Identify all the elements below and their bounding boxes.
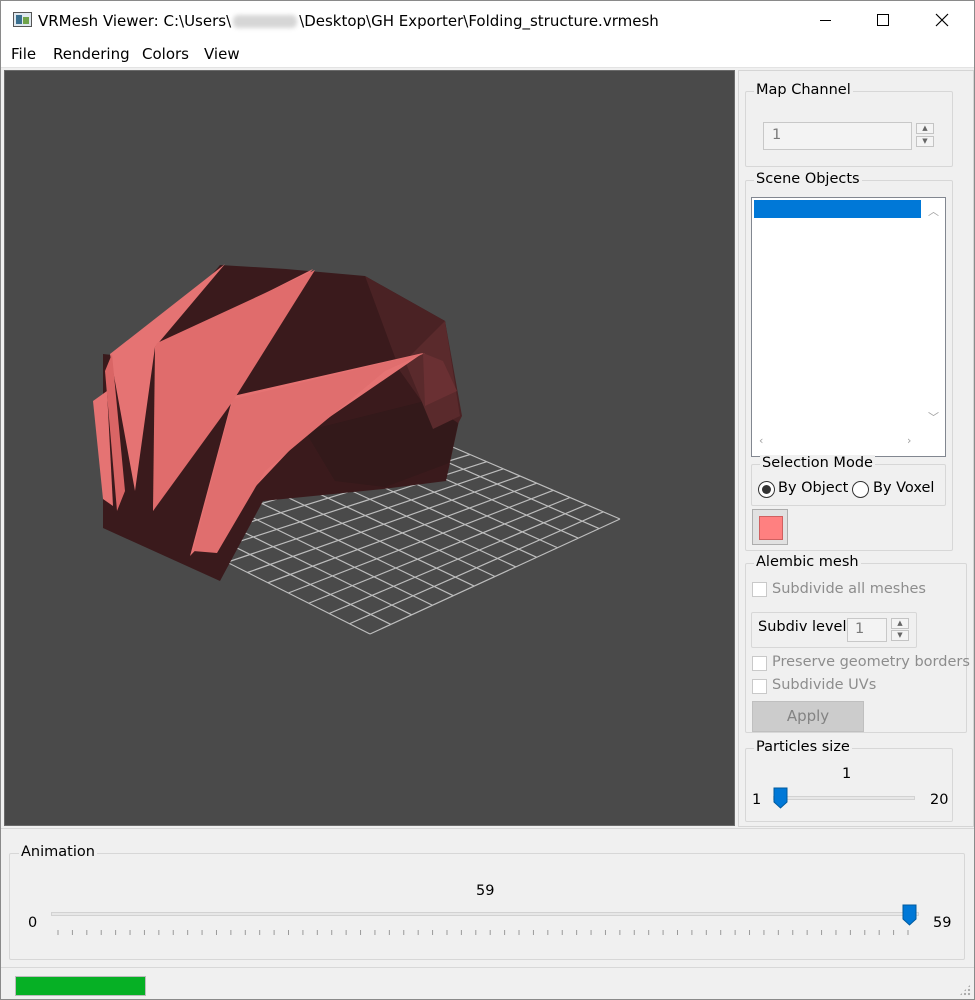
scene-objects-group: Scene Objects ︿ ﹀ ‹ › Selection Mode By … bbox=[745, 171, 953, 551]
list-item-selected[interactable] bbox=[754, 200, 921, 218]
menu-colors[interactable]: Colors bbox=[142, 45, 189, 63]
animation-group: Animation 59 0 59 bbox=[9, 844, 965, 960]
by-voxel-label[interactable]: By Voxel bbox=[873, 480, 934, 496]
alembic-mesh-group: Alembic mesh Subdivide all meshes Subdiv… bbox=[745, 554, 970, 733]
object-color-button[interactable] bbox=[752, 509, 788, 545]
maximize-button[interactable] bbox=[854, 1, 912, 39]
animation-min-label: 0 bbox=[28, 915, 38, 931]
selection-mode-label: Selection Mode bbox=[760, 455, 875, 471]
status-bar bbox=[1, 967, 974, 999]
subdiv-level-box: Subdiv level 1 ▲ ▼ bbox=[751, 612, 917, 648]
progress-bar bbox=[15, 976, 146, 996]
animation-slider-thumb[interactable] bbox=[902, 904, 917, 926]
animation-label: Animation bbox=[19, 844, 97, 860]
alembic-mesh-label: Alembic mesh bbox=[754, 554, 861, 570]
particles-slider-track[interactable] bbox=[773, 796, 915, 800]
grid-line bbox=[267, 482, 537, 584]
apply-button[interactable]: Apply bbox=[752, 701, 864, 732]
animation-max-label: 59 bbox=[933, 915, 952, 931]
mesh-render bbox=[93, 264, 621, 635]
properties-panel: Map Channel 1 ▲ ▼ Scene Objects ︿ ﹀ ‹ › … bbox=[738, 70, 974, 827]
animation-ticks bbox=[57, 930, 909, 935]
subdivide-uvs-label: Subdivide UVs bbox=[772, 677, 877, 693]
window-title: VRMesh Viewer: C:\Users\ \Desktop\GH Expo… bbox=[38, 12, 659, 30]
by-voxel-radio[interactable] bbox=[852, 481, 869, 498]
particles-slider-thumb[interactable] bbox=[773, 787, 788, 809]
color-swatch bbox=[759, 516, 783, 540]
animation-frame-value: 59 bbox=[476, 883, 495, 899]
redacted-username bbox=[233, 15, 298, 28]
subdiv-level-label: Subdiv level bbox=[758, 619, 847, 635]
animation-slider-track[interactable] bbox=[51, 912, 919, 916]
particles-size-label: Particles size bbox=[754, 739, 852, 755]
scene-objects-label: Scene Objects bbox=[754, 171, 862, 187]
particles-size-value: 1 bbox=[842, 766, 852, 782]
vrmesh-viewer-window: VRMesh Viewer: C:\Users\ \Desktop\GH Expo… bbox=[0, 0, 975, 1000]
grid-line bbox=[369, 518, 621, 635]
subdivide-all-checkbox[interactable] bbox=[752, 582, 767, 597]
spin-down-icon[interactable]: ▼ bbox=[891, 630, 909, 641]
particles-max-label: 20 bbox=[930, 792, 949, 808]
grid-line bbox=[349, 511, 604, 625]
maximize-icon bbox=[877, 14, 889, 26]
app-icon bbox=[13, 12, 32, 27]
3d-viewport[interactable] bbox=[4, 70, 735, 826]
title-bar: VRMesh Viewer: C:\Users\ \Desktop\GH Expo… bbox=[1, 1, 974, 39]
close-icon bbox=[935, 13, 949, 27]
minimize-button[interactable] bbox=[796, 1, 854, 39]
close-button[interactable] bbox=[913, 1, 971, 39]
map-channel-label: Map Channel bbox=[754, 82, 853, 98]
scroll-up-icon[interactable]: ︿ bbox=[928, 206, 939, 217]
grid-line bbox=[288, 489, 554, 594]
spin-up-icon[interactable]: ▲ bbox=[916, 123, 934, 134]
menu-rendering[interactable]: Rendering bbox=[53, 45, 130, 63]
scroll-down-icon[interactable]: ﹀ bbox=[928, 412, 939, 423]
animation-area: Animation 59 0 59 bbox=[1, 828, 974, 968]
spin-up-icon[interactable]: ▲ bbox=[891, 618, 909, 629]
scene-objects-list[interactable]: ︿ ﹀ ‹ › bbox=[751, 197, 946, 457]
subdivide-all-label: Subdivide all meshes bbox=[772, 581, 926, 597]
preserve-borders-label: Preserve geometry borders bbox=[772, 654, 970, 670]
minimize-icon bbox=[819, 19, 831, 21]
by-object-label[interactable]: By Object bbox=[778, 480, 848, 496]
spin-down-icon[interactable]: ▼ bbox=[916, 136, 934, 147]
scroll-left-icon[interactable]: ‹ bbox=[759, 435, 763, 446]
subdiv-level-input[interactable]: 1 bbox=[847, 618, 887, 642]
selection-mode-group: Selection Mode By Object By Voxel bbox=[751, 455, 946, 506]
progress-fill bbox=[16, 977, 145, 995]
map-channel-group: Map Channel 1 ▲ ▼ bbox=[745, 82, 953, 167]
preserve-borders-checkbox[interactable] bbox=[752, 656, 767, 671]
by-object-radio[interactable] bbox=[758, 481, 775, 498]
particles-min-label: 1 bbox=[752, 792, 762, 808]
menu-view[interactable]: View bbox=[204, 45, 240, 63]
menu-file[interactable]: File bbox=[11, 45, 36, 63]
particles-size-group: Particles size 1 1 20 bbox=[745, 739, 953, 822]
map-channel-input[interactable]: 1 bbox=[763, 122, 912, 150]
resize-grip-icon[interactable] bbox=[959, 984, 971, 996]
scroll-right-icon[interactable]: › bbox=[907, 435, 911, 446]
subdivide-uvs-checkbox[interactable] bbox=[752, 679, 767, 694]
menu-bar: File Rendering Colors View bbox=[1, 39, 974, 68]
